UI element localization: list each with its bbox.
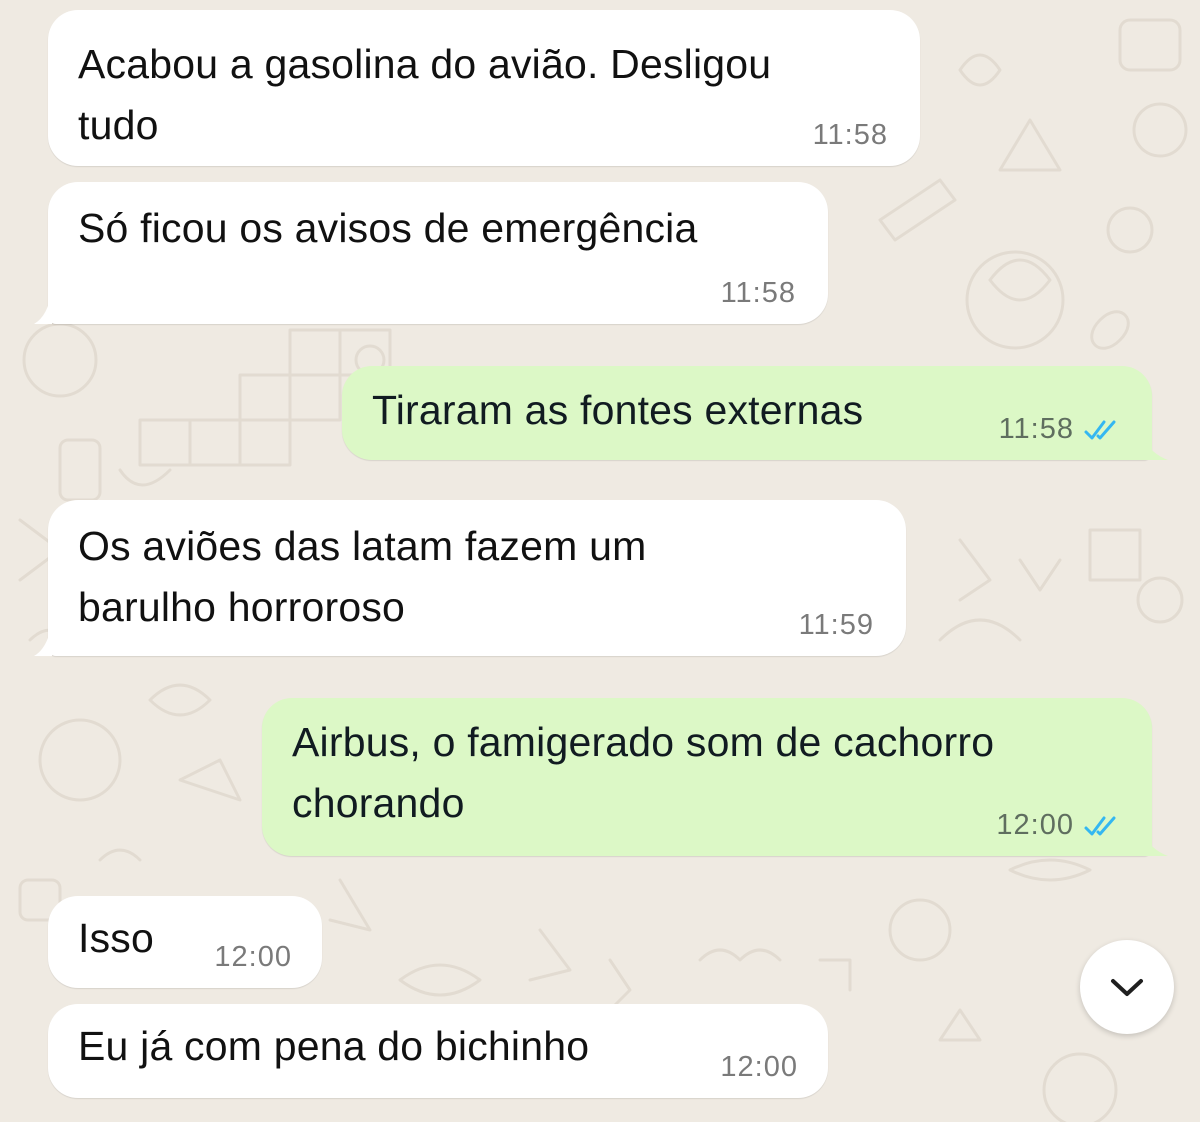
message-timestamp: 11:58 xyxy=(720,277,796,309)
message-time: 12:00 xyxy=(996,809,1122,842)
message-time: 12:00 xyxy=(214,941,292,974)
bubble-tail xyxy=(1138,426,1168,460)
message-incoming[interactable]: Acabou a gasolina do avião. Desligou tud… xyxy=(48,10,920,166)
message-text: Só ficou os avisos de emergência xyxy=(78,205,698,251)
message-timestamp: 11:58 xyxy=(998,413,1074,445)
message-timestamp: 11:59 xyxy=(798,609,874,641)
message-text: Airbus, o famigerado som de cachorro cho… xyxy=(292,719,995,826)
message-outgoing[interactable]: Tiraram as fontes externas 11:58 xyxy=(342,366,1152,460)
message-text: Isso xyxy=(78,915,154,961)
message-incoming[interactable]: Os aviões das latam fazem um barulho hor… xyxy=(48,500,906,656)
message-timestamp: 12:00 xyxy=(214,941,292,973)
message-time: 11:58 xyxy=(999,413,1122,446)
scroll-to-bottom-button[interactable] xyxy=(1080,940,1174,1034)
double-check-icon xyxy=(1084,420,1116,439)
chevron-down-icon xyxy=(1111,979,1143,996)
bubble-tail xyxy=(34,622,52,656)
double-check-icon xyxy=(1084,816,1116,835)
message-outgoing[interactable]: Airbus, o famigerado som de cachorro cho… xyxy=(262,698,1152,856)
message-timestamp: 12:00 xyxy=(720,1051,798,1083)
message-incoming[interactable]: Só ficou os avisos de emergência 11:58 xyxy=(48,182,828,324)
message-timestamp: 12:00 xyxy=(996,809,1074,841)
message-time: 12:00 xyxy=(720,1051,798,1084)
message-incoming[interactable]: Eu já com pena do bichinho 12:00 xyxy=(48,1004,828,1098)
message-time: 11:59 xyxy=(799,609,874,642)
message-time: 11:58 xyxy=(813,119,888,152)
message-text: Tiraram as fontes externas xyxy=(372,387,864,433)
message-timestamp: 11:58 xyxy=(812,119,888,151)
message-text: Acabou a gasolina do avião. Desligou tud… xyxy=(78,41,772,148)
message-incoming[interactable]: Isso 12:00 xyxy=(48,896,322,988)
message-text: Os aviões das latam fazem um barulho hor… xyxy=(78,523,647,630)
bubble-tail xyxy=(1138,822,1168,856)
message-time: 11:58 xyxy=(721,277,796,310)
message-text: Eu já com pena do bichinho xyxy=(78,1023,590,1069)
bubble-tail xyxy=(34,290,52,324)
